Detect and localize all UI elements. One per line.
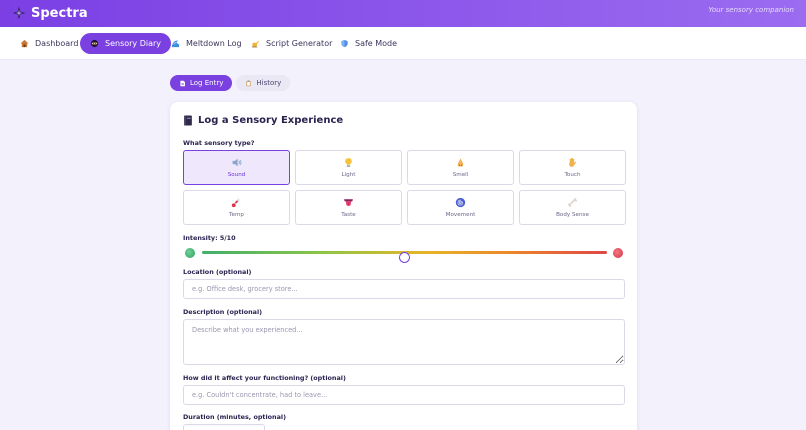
top-bar: Spectra Your sensory companion (0, 0, 806, 27)
type-option-touch[interactable]: Touch (519, 150, 626, 185)
high-intensity-dot (613, 248, 623, 258)
house-icon (20, 39, 29, 48)
nav-item-safe-mode[interactable]: Safe Mode (330, 33, 407, 54)
notebook-icon (184, 115, 192, 126)
type-option-sound[interactable]: Sound (183, 150, 290, 185)
type-option-label: Movement (445, 212, 476, 218)
nav-label: Meltdown Log (186, 39, 242, 48)
intensity-track[interactable] (202, 251, 607, 263)
tab-label: History (256, 79, 282, 87)
type-option-taste[interactable]: Taste (295, 190, 402, 225)
diary-subtabs: Log Entry History (170, 75, 291, 91)
duration-input[interactable] (183, 424, 265, 430)
type-option-smell[interactable]: Smell (407, 150, 514, 185)
low-intensity-dot (185, 248, 195, 258)
nav-item-dashboard[interactable]: Dashboard (10, 33, 88, 54)
intensity-slider[interactable] (183, 246, 625, 263)
wave-icon (171, 40, 180, 48)
nose-icon (457, 158, 464, 167)
speaker-icon (232, 158, 242, 167)
type-option-label: Body Sense (556, 212, 589, 218)
nav-item-meltdown-log[interactable]: Meltdown Log (161, 33, 252, 54)
hand-icon (569, 157, 577, 167)
log-entry-card: Log a Sensory Experience What sensory ty… (170, 102, 637, 430)
tab-history[interactable]: History (236, 75, 291, 91)
location-label: Location (optional) (183, 268, 252, 276)
sparkle-icon (12, 6, 26, 20)
type-option-light[interactable]: Light (295, 150, 402, 185)
type-option-temp[interactable]: Temp (183, 190, 290, 225)
tongue-icon (344, 199, 353, 206)
functioning-input[interactable] (183, 385, 625, 405)
form-title-text: Log a Sensory Experience (198, 115, 344, 126)
clipboard-icon (246, 80, 251, 86)
type-label: What sensory type? (183, 139, 255, 147)
thermometer-icon (231, 198, 241, 208)
type-option-label: Smell (452, 172, 469, 178)
type-option-body-sense[interactable]: Body Sense (519, 190, 626, 225)
writing-hand-icon (251, 40, 260, 48)
duration-label: Duration (minutes, optional) (183, 413, 287, 421)
intensity-label: Intensity: 5/10 (183, 234, 236, 242)
type-option-label: Light (341, 172, 356, 178)
shield-icon (341, 39, 348, 48)
lightbulb-icon (345, 158, 352, 167)
intensity-thumb[interactable] (399, 252, 410, 263)
brand[interactable]: Spectra (12, 3, 88, 23)
description-textarea[interactable] (183, 319, 625, 365)
type-option-label: Taste (341, 212, 356, 218)
ninja-icon (90, 39, 99, 48)
nav-item-sensory-diary[interactable]: Sensory Diary (80, 33, 172, 54)
app-name: Spectra (31, 5, 88, 21)
spiral-icon (455, 197, 466, 208)
location-input[interactable] (183, 279, 625, 299)
nav-label: Safe Mode (355, 39, 398, 48)
sensory-type-grid: Sound Light Smell Touch Temp Taste Movem… (183, 150, 626, 225)
type-option-movement[interactable]: Movement (407, 190, 514, 225)
type-option-label: Temp (229, 212, 244, 218)
type-option-label: Sound (227, 172, 246, 178)
nav-label: Script Generator (266, 39, 333, 48)
tagline: Your sensory companion (708, 6, 794, 14)
bone-icon (567, 197, 578, 207)
tab-log-entry[interactable]: Log Entry (170, 75, 233, 91)
nav-label: Sensory Diary (105, 39, 162, 48)
form-title: Log a Sensory Experience (183, 115, 343, 126)
nav-label: Dashboard (35, 39, 79, 48)
main-nav: Dashboard Sensory Diary Meltdown Log Scr… (0, 27, 806, 60)
tab-label: Log Entry (190, 79, 224, 87)
description-label: Description (optional) (183, 308, 263, 316)
functioning-label: How did it affect your functioning? (opt… (183, 374, 346, 382)
type-option-label: Touch (564, 172, 581, 178)
nav-item-script-generator[interactable]: Script Generator (241, 33, 342, 54)
page-icon (180, 80, 185, 86)
